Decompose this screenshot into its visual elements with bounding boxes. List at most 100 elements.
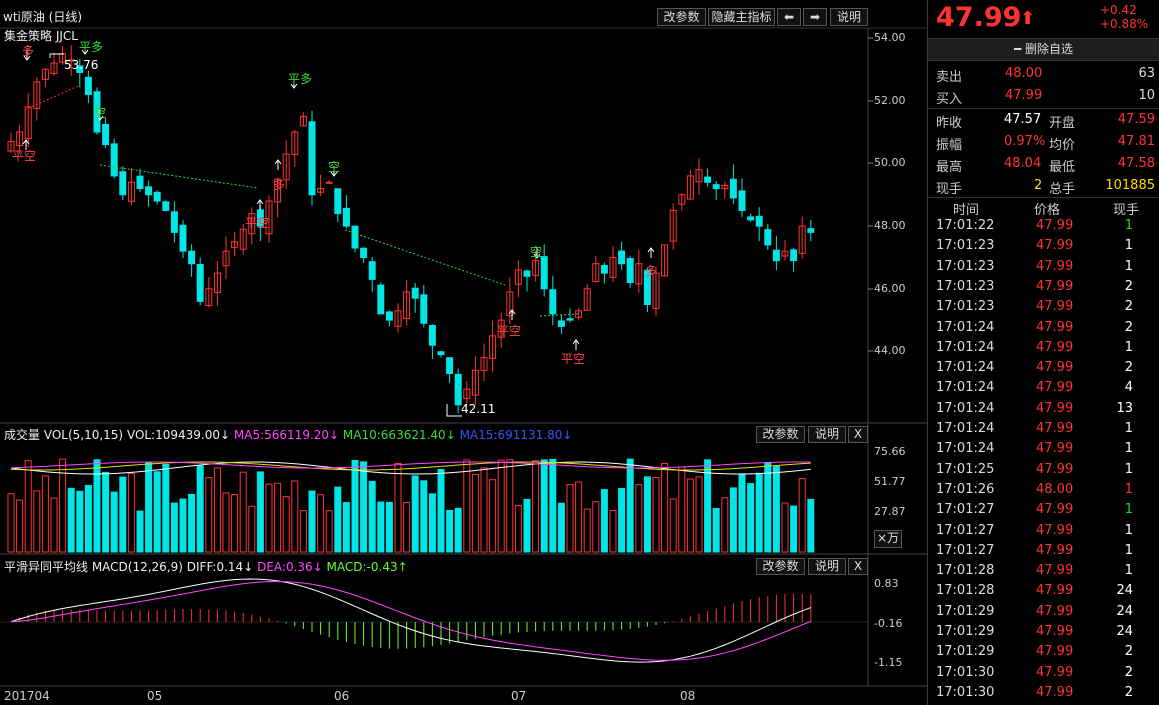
ticks-list[interactable]: 17:01:22 47.99 1 17:01:23 47.99 1 17:01:23 47.9… — [928, 216, 1159, 705]
vol-help-button[interactable]: 说明 — [808, 426, 846, 443]
tick-row: 17:01:23 47.99 1 — [928, 257, 1159, 278]
volume-bar — [618, 487, 626, 553]
tick-price: 47.99 — [1036, 441, 1074, 457]
signal-label: 空 — [94, 106, 107, 120]
vol-unit-toggle[interactable]: ×万 — [874, 530, 902, 548]
tick-volume: 2 — [1124, 278, 1133, 294]
tick-volume: 1 — [1124, 481, 1133, 497]
volume-bar — [213, 467, 221, 553]
candle-body — [454, 373, 462, 406]
current-price: 47.99 — [936, 2, 1022, 33]
volume-bar — [557, 502, 565, 553]
tick-time: 17:01:23 — [936, 258, 995, 274]
volume-bar — [256, 471, 264, 553]
tick-time: 17:01:23 — [936, 278, 995, 294]
tick-time: 17:01:24 — [936, 339, 995, 355]
up-arrow-icon: ⬆ — [1020, 8, 1036, 29]
volume-bar — [239, 471, 247, 553]
tick-row: 17:01:22 47.99 1 — [928, 216, 1159, 237]
tick-volume: 1 — [1124, 441, 1133, 457]
y-tick: 46.00 — [874, 282, 906, 295]
tick-price: 47.99 — [1036, 644, 1074, 660]
signal-label: 多 — [22, 44, 35, 58]
high-price: 48.04 — [1004, 156, 1042, 171]
candle-body — [385, 311, 393, 321]
signal-label: 平空 — [12, 149, 37, 163]
volume-bar — [205, 477, 213, 553]
volume-bar — [635, 484, 643, 553]
candle-body — [110, 143, 118, 177]
buy-volume: 10 — [1138, 88, 1155, 103]
arrow-icon — [274, 159, 282, 170]
signal-label: 平空 — [497, 324, 522, 338]
chart-area[interactable]: wti原油 (日线) 改参数 隐藏主指标 ⬅ ➡ 说明 集金策略 JJCL 54… — [0, 0, 928, 705]
volume-bar — [686, 478, 694, 553]
tick-price: 47.99 — [1036, 380, 1074, 396]
tick-price: 47.99 — [1036, 319, 1074, 335]
tick-row: 17:01:24 47.99 2 — [928, 358, 1159, 379]
volume-bar — [308, 490, 316, 553]
signal-label: 空 — [328, 160, 341, 174]
volume-bar — [489, 479, 497, 553]
candle-body — [549, 289, 557, 315]
signal-label: 平多 — [288, 72, 313, 86]
vol-params-button[interactable]: 改参数 — [756, 426, 805, 443]
quote-panel: 47.99 ⬆ +0.42 +0.88% ━ 删除自选 卖出 48.00 63 … — [928, 0, 1159, 705]
volume-bar — [661, 462, 669, 553]
volume-bar — [540, 459, 548, 553]
tick-volume: 24 — [1116, 583, 1133, 599]
remove-watchlist-button[interactable]: ━ 删除自选 — [928, 38, 1159, 61]
tick-price: 47.99 — [1036, 563, 1074, 579]
low-price: 47.58 — [1117, 156, 1155, 171]
volume-bar — [76, 490, 84, 553]
tick-row: 17:01:23 47.99 2 — [928, 277, 1159, 298]
volume-bar — [403, 501, 411, 553]
y-tick: 44.00 — [874, 344, 906, 357]
tick-time: 17:01:26 — [936, 481, 995, 497]
tick-price: 47.99 — [1036, 522, 1074, 538]
candle-body — [420, 294, 428, 324]
tick-volume: 2 — [1124, 299, 1133, 315]
x-label: 08 — [680, 689, 696, 703]
vol-close-icon[interactable]: X — [848, 426, 868, 443]
volume-bar — [695, 476, 703, 553]
candle-body — [170, 211, 178, 233]
volume-bar — [50, 497, 58, 553]
tick-volume: 1 — [1124, 258, 1133, 274]
candle-body — [428, 324, 436, 346]
candle-body — [772, 249, 780, 262]
stat-label: 昨收 — [936, 116, 963, 131]
macd-params-button[interactable]: 改参数 — [756, 558, 805, 575]
signal-label: 平多 — [79, 40, 104, 54]
tick-row: 17:01:29 47.99 2 — [928, 642, 1159, 663]
macd-panel-title: 平滑异同平均线 MACD(12,26,9) DIFF:0.14↓ DEA:0.3… — [4, 558, 408, 575]
macd-close-icon[interactable]: X — [848, 558, 868, 575]
candle-body — [368, 261, 376, 280]
volume-bar — [342, 502, 350, 553]
tick-volume: 1 — [1124, 238, 1133, 254]
macd-help-button[interactable]: 说明 — [808, 558, 846, 575]
chart-canvas — [0, 27, 928, 687]
volume-bar — [119, 476, 127, 553]
volume-bar — [33, 490, 41, 553]
volume-bar — [7, 493, 15, 553]
tick-price: 47.99 — [1036, 421, 1074, 436]
tick-time: 17:01:30 — [936, 664, 995, 680]
price-change-pct: +0.88% — [1100, 17, 1149, 31]
signal-label: 平空 — [561, 352, 586, 366]
volume-bar — [626, 458, 634, 553]
tick-row: 17:01:25 47.99 1 — [928, 460, 1159, 481]
remove-label: 删除自选 — [1025, 42, 1074, 56]
y-tick: 48.00 — [874, 219, 906, 232]
volume-bar — [755, 472, 763, 553]
tick-row: 17:01:27 47.99 1 — [928, 541, 1159, 562]
volume-bar — [162, 463, 170, 553]
sell-volume: 63 — [1138, 66, 1155, 81]
tick-row: 17:01:24 47.99 2 — [928, 318, 1159, 339]
candle-body — [308, 121, 316, 196]
volume-bar — [764, 461, 772, 553]
tick-time: 17:01:27 — [936, 522, 995, 538]
volume-bar — [592, 501, 600, 553]
candle-body — [712, 184, 720, 189]
volume-bar — [704, 459, 712, 553]
